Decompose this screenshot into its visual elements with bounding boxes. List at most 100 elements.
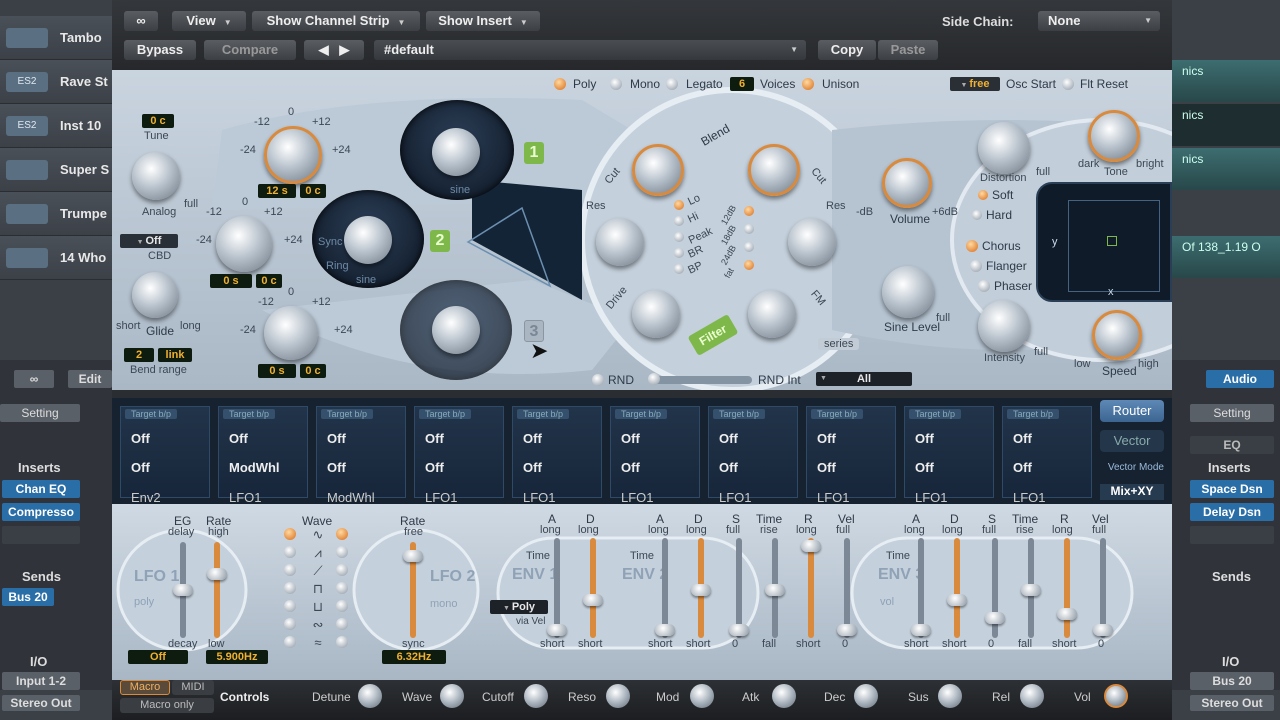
lfo1-wave-led[interactable] bbox=[284, 582, 296, 594]
lfo2-wave-led[interactable] bbox=[336, 528, 348, 540]
router-slot-5[interactable]: Target b/p Off Off LFO1 bbox=[512, 406, 602, 505]
series-parallel-button[interactable]: series bbox=[818, 338, 860, 350]
send-slot-1[interactable]: Bus 20 bbox=[2, 588, 54, 606]
lfo2-rate-fader-cap[interactable] bbox=[403, 550, 423, 562]
router-via[interactable]: Off bbox=[817, 460, 836, 475]
filter1-resonance-knob[interactable] bbox=[596, 218, 644, 266]
input-selector[interactable]: Input 1-2 bbox=[2, 672, 80, 690]
router-slot-8[interactable]: Target b/p Off Off LFO1 bbox=[806, 406, 896, 505]
macro-tab[interactable]: Macro bbox=[120, 680, 170, 695]
router-source[interactable]: LFO1 bbox=[915, 490, 948, 505]
osc2-on-button[interactable]: 2 bbox=[430, 230, 450, 252]
poly-led[interactable] bbox=[554, 78, 566, 90]
vol-knob[interactable] bbox=[1104, 684, 1128, 708]
region[interactable]: nics bbox=[1172, 104, 1280, 146]
track-row[interactable]: Tambo bbox=[0, 16, 112, 60]
track-row[interactable]: ES2 Inst 10 bbox=[0, 104, 112, 148]
intensity-knob[interactable] bbox=[978, 300, 1030, 352]
router-target[interactable]: Off bbox=[915, 431, 934, 446]
router-via[interactable]: Off bbox=[1013, 460, 1032, 475]
lfo1-rate-fader-cap[interactable] bbox=[207, 568, 227, 580]
osc3-frequency-knob[interactable] bbox=[264, 306, 318, 360]
region[interactable]: nics bbox=[1172, 60, 1280, 102]
filter-peak-led[interactable] bbox=[674, 232, 684, 242]
chorus-led[interactable] bbox=[966, 240, 978, 252]
lfo1-eg-value[interactable]: Off bbox=[128, 650, 188, 664]
filter-br-led[interactable] bbox=[674, 248, 684, 258]
router-source[interactable]: ModWhl bbox=[327, 490, 375, 505]
filter-lo-led[interactable] bbox=[674, 200, 684, 210]
filter-24db-led[interactable] bbox=[744, 242, 754, 252]
lfo1-wave-led[interactable] bbox=[284, 564, 296, 576]
router-target[interactable]: Off bbox=[621, 431, 640, 446]
osc2-semitone-display[interactable]: 0 s bbox=[210, 274, 252, 288]
output-selector[interactable]: Stereo Out bbox=[1190, 695, 1274, 711]
env3-decay-fader-cap[interactable] bbox=[947, 594, 967, 606]
bypass-button[interactable]: Bypass bbox=[124, 40, 196, 60]
filter-12db-led[interactable] bbox=[744, 206, 754, 216]
router-target[interactable]: Off bbox=[523, 431, 542, 446]
input-selector[interactable]: Bus 20 bbox=[1190, 672, 1274, 690]
detune-knob[interactable] bbox=[358, 684, 382, 708]
phaser-led[interactable] bbox=[978, 280, 990, 292]
show-channel-strip-menu[interactable]: Show Channel Strip ▼ bbox=[252, 11, 420, 31]
osc1-on-button[interactable]: 1 bbox=[524, 142, 544, 164]
soft-led[interactable] bbox=[978, 190, 988, 200]
rnd-target-select[interactable]: ▼ All bbox=[816, 372, 912, 386]
track-row[interactable]: 14 Who bbox=[0, 236, 112, 280]
filter-18db-led[interactable] bbox=[744, 224, 754, 234]
env2-vel-fader-cap[interactable] bbox=[837, 624, 857, 636]
atk-knob[interactable] bbox=[772, 684, 796, 708]
router-slot-7[interactable]: Target b/p Off Off LFO1 bbox=[708, 406, 798, 505]
filter-drive-knob[interactable] bbox=[632, 290, 680, 338]
router-slot-2[interactable]: Target b/p Off ModWhl LFO1 bbox=[218, 406, 308, 505]
tune-value[interactable]: 0 c bbox=[142, 114, 174, 128]
router-target[interactable]: Off bbox=[1013, 431, 1032, 446]
wave-knob[interactable] bbox=[440, 684, 464, 708]
link-button[interactable]: ∞ bbox=[124, 11, 158, 31]
router-source[interactable]: LFO1 bbox=[621, 490, 654, 505]
router-source[interactable]: LFO1 bbox=[719, 490, 752, 505]
filter2-resonance-knob[interactable] bbox=[788, 218, 836, 266]
vector-button[interactable]: Vector bbox=[1100, 430, 1164, 452]
osc3-cent-display[interactable]: 0 c bbox=[300, 364, 326, 378]
insert-slot-3[interactable] bbox=[1190, 526, 1274, 544]
dec-knob[interactable] bbox=[854, 684, 878, 708]
osc-start-select[interactable]: ▼ free bbox=[950, 77, 1000, 91]
router-via[interactable]: Off bbox=[915, 460, 934, 475]
cutoff-knob[interactable] bbox=[524, 684, 548, 708]
router-target[interactable]: Off bbox=[425, 431, 444, 446]
flanger-led[interactable] bbox=[970, 260, 982, 272]
router-button[interactable]: Router bbox=[1100, 400, 1164, 422]
router-slot-4[interactable]: Target b/p Off Off LFO1 bbox=[414, 406, 504, 505]
compare-button[interactable]: Compare bbox=[204, 40, 296, 60]
glide-knob[interactable] bbox=[132, 272, 178, 318]
env1-mode-select[interactable]: ▼ Poly bbox=[490, 600, 548, 614]
env1-decay-fader[interactable] bbox=[590, 538, 596, 638]
voices-value[interactable]: 6 bbox=[730, 77, 754, 91]
router-via[interactable]: Off bbox=[425, 460, 444, 475]
lfo2-wave-led[interactable] bbox=[336, 564, 348, 576]
track-row[interactable]: Trumpe bbox=[0, 192, 112, 236]
env3-attack-fader-cap[interactable] bbox=[911, 624, 931, 636]
insert-slot-1[interactable]: Space Dsn bbox=[1190, 480, 1274, 498]
reso-knob[interactable] bbox=[606, 684, 630, 708]
env2-sustain-fader[interactable] bbox=[736, 538, 742, 638]
env3-sustain-fader-cap[interactable] bbox=[985, 612, 1005, 624]
env3-attack-fader[interactable] bbox=[918, 538, 924, 638]
speed-knob[interactable] bbox=[1092, 310, 1142, 360]
router-via[interactable]: Off bbox=[327, 460, 346, 475]
insert-slot-3[interactable] bbox=[2, 526, 80, 544]
env1-decay-fader-cap[interactable] bbox=[583, 594, 603, 606]
router-via[interactable]: Off bbox=[719, 460, 738, 475]
env2-sustain-fader-cap[interactable] bbox=[729, 624, 749, 636]
env2-release-fader-cap[interactable] bbox=[801, 540, 821, 552]
edit-button[interactable]: Edit bbox=[68, 370, 112, 388]
setting-button[interactable]: Setting bbox=[1190, 404, 1274, 422]
link-button[interactable]: ∞ bbox=[14, 370, 54, 388]
flt-reset-led[interactable] bbox=[1062, 78, 1074, 90]
env2-release-fader[interactable] bbox=[808, 538, 814, 638]
osc2-wave-knob[interactable] bbox=[344, 216, 392, 264]
insert-slot-1[interactable]: Chan EQ bbox=[2, 480, 80, 498]
osc1-cent-display[interactable]: 0 c bbox=[300, 184, 326, 198]
